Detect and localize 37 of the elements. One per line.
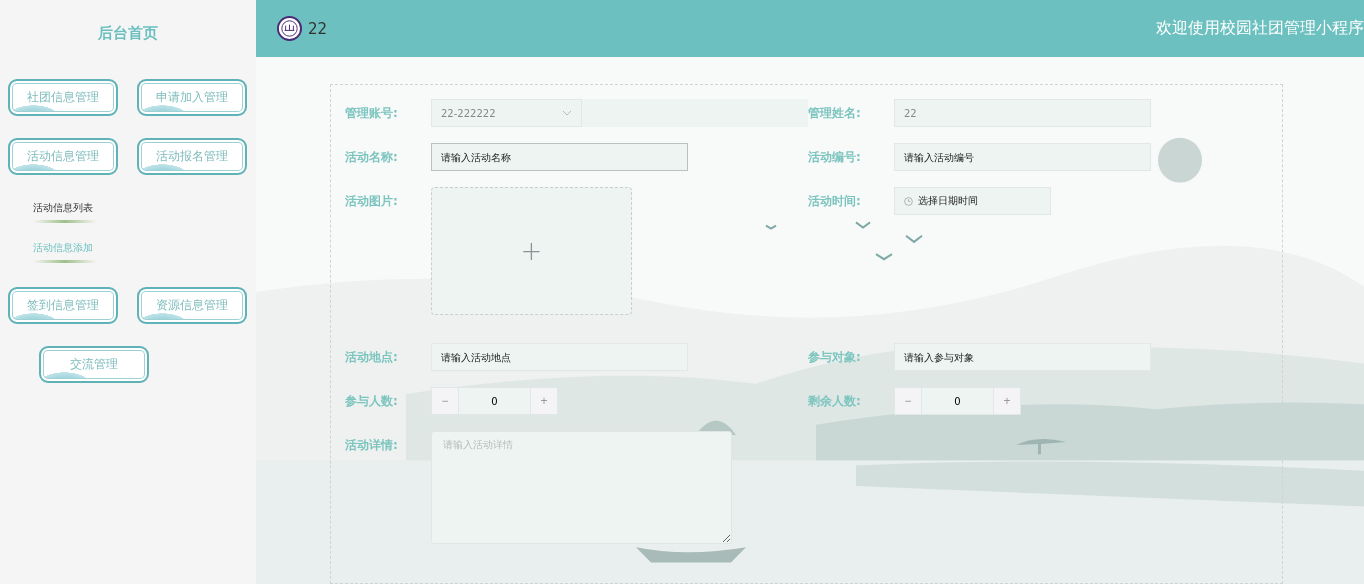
logo-icon xyxy=(277,16,302,41)
number-field[interactable]: 0 xyxy=(458,388,531,414)
clock-icon xyxy=(904,196,913,206)
plus-icon: + xyxy=(520,236,543,266)
field-label: 活动名称: xyxy=(345,149,399,166)
menu-button[interactable]: 活动报名管理 xyxy=(137,138,247,175)
image-upload[interactable]: + xyxy=(431,187,632,315)
field-label: 剩余人数: xyxy=(808,393,862,410)
menu-button[interactable]: 社团信息管理 xyxy=(8,79,118,116)
submenu-item[interactable]: 活动信息列表 xyxy=(33,201,97,223)
menu-button[interactable]: 签到信息管理 xyxy=(8,287,118,324)
menu-button[interactable]: 资源信息管理 xyxy=(137,287,247,324)
menu-button[interactable]: 交流管理 xyxy=(39,346,149,383)
number-field[interactable]: 0 xyxy=(921,388,994,414)
field-label: 活动编号: xyxy=(808,149,862,166)
datetime-placeholder: 选择日期时间 xyxy=(918,194,978,208)
submenu-item[interactable]: 活动信息添加 xyxy=(33,241,97,263)
input-field[interactable]: 请输入活动名称 xyxy=(431,143,688,171)
chevron-down-icon xyxy=(562,110,572,116)
field-label: 参与人数: xyxy=(345,393,399,410)
menu-button[interactable]: 申请加入管理 xyxy=(137,79,247,116)
field-label: 活动图片: xyxy=(345,193,399,210)
plus-button[interactable]: + xyxy=(994,388,1020,414)
datetime-field[interactable]: 选择日期时间 xyxy=(894,187,1051,215)
user-name: 22 xyxy=(308,19,328,38)
header-title: 欢迎使用校园社团管理小程序 xyxy=(1156,18,1364,39)
minus-button[interactable]: − xyxy=(895,388,921,414)
field-label: 活动地点: xyxy=(345,349,399,366)
plus-button[interactable]: + xyxy=(531,388,557,414)
minus-button[interactable]: − xyxy=(432,388,458,414)
menu-button[interactable]: 活动信息管理 xyxy=(8,138,118,175)
field-label: 活动时间: xyxy=(808,193,862,210)
field-label: 活动详情: xyxy=(345,437,399,454)
sidebar-title[interactable]: 后台首页 xyxy=(98,24,158,43)
field-label: 管理姓名: xyxy=(808,105,862,122)
field-label: 参与对象: xyxy=(808,349,862,366)
field-label: 管理账号: xyxy=(345,105,399,122)
